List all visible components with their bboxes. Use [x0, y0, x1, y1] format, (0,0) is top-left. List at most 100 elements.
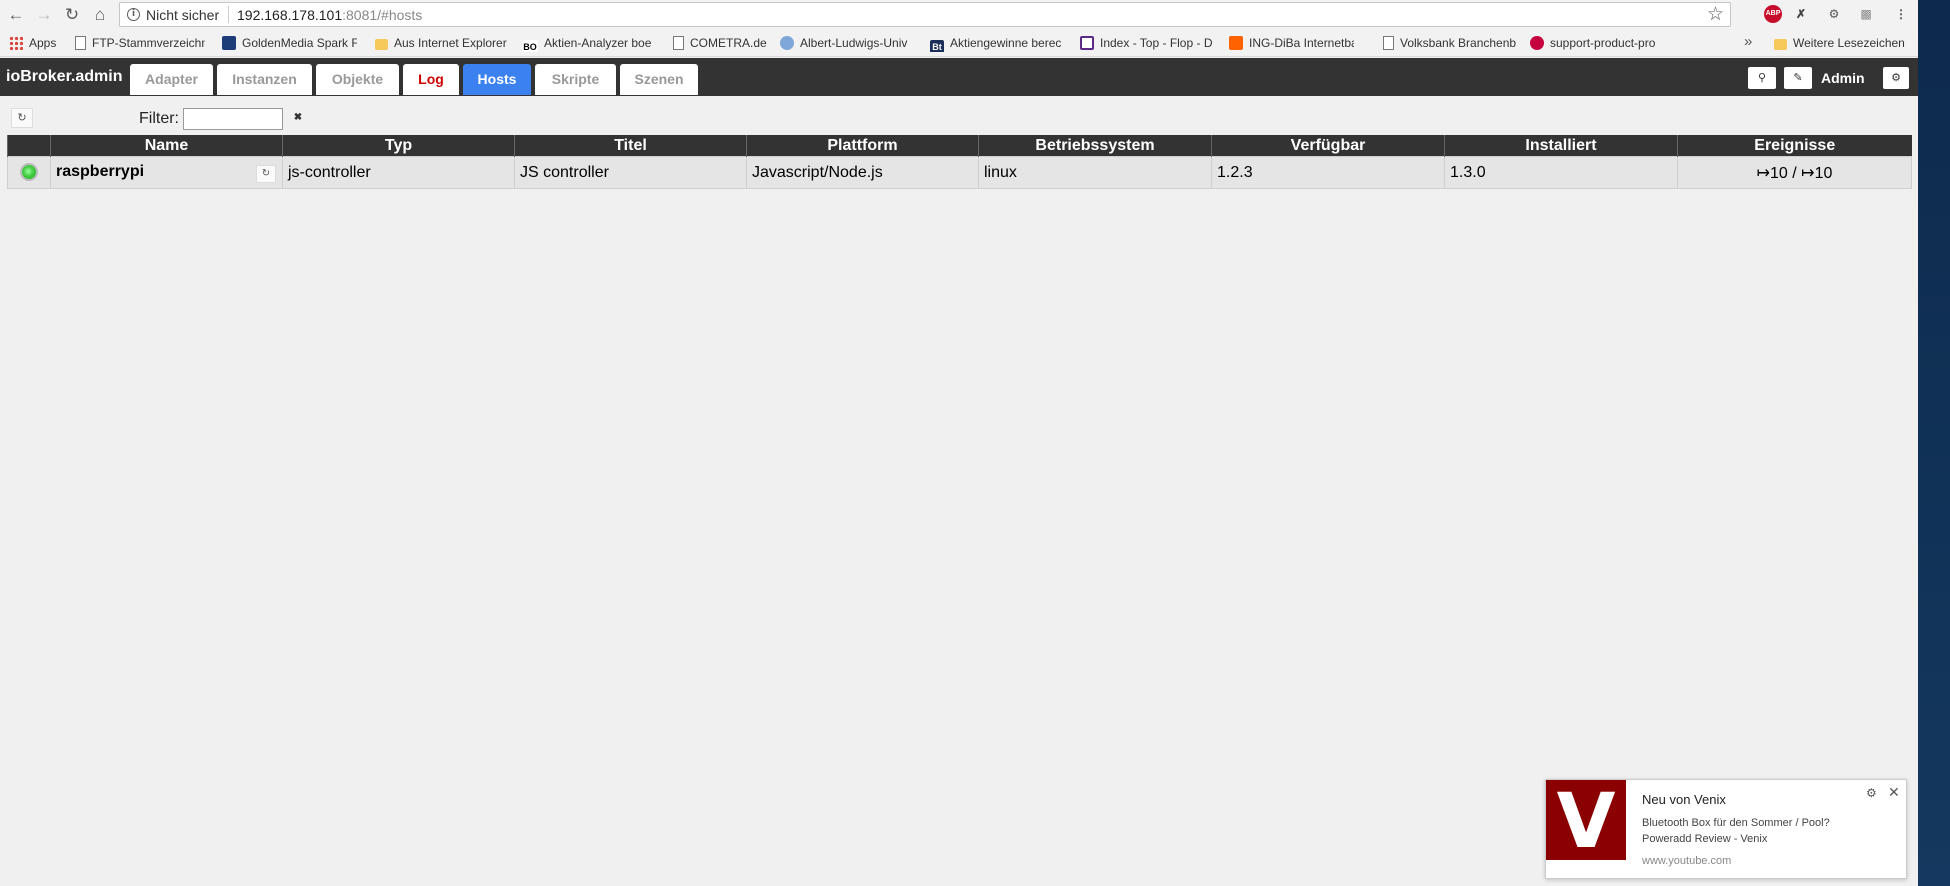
bookmark-label: Volksbank Branchenb [1400, 36, 1517, 50]
events-cell: ↦10 / ↦10 [1677, 156, 1912, 189]
table-header-row: Name Typ Titel Plattform Betriebssystem … [7, 135, 1912, 157]
bookmark-label: COMETRA.de [690, 36, 767, 50]
column-header-os[interactable]: Betriebssystem [978, 135, 1212, 157]
notification-settings-gear-icon[interactable]: ⚙ [1866, 786, 1877, 800]
extension-page-icon[interactable]: ▩ [1857, 5, 1875, 23]
desktop-background-strip [1918, 0, 1950, 886]
url-text[interactable]: 192.168.178.101:8081/#hosts [237, 7, 422, 23]
tab-adapter[interactable]: Adapter [130, 64, 213, 95]
clear-filter-icon[interactable]: ✖ [291, 111, 305, 125]
bookmark-label: ING-DiBa Internetbar [1249, 36, 1354, 50]
tab-skripte[interactable]: Skripte [535, 64, 616, 95]
extension-gear-icon[interactable]: ⚙ [1825, 5, 1843, 23]
tab-hosts[interactable]: Hosts [463, 64, 531, 95]
notification-toast[interactable]: V Neu von Venix Bluetooth Box für den So… [1545, 779, 1907, 879]
menu-icon[interactable]: ⋮ [1892, 5, 1910, 23]
column-header-title[interactable]: Titel [514, 135, 747, 157]
bookmark-label: Index - Top - Flop - D [1100, 36, 1213, 50]
bookmarks-bar: Apps FTP-Stammverzeichn GoldenMedia Spar… [0, 30, 1918, 57]
browser-toolbar: ← → ↻ ⌂ i Nicht sicher 192.168.178.101:8… [0, 0, 1918, 30]
os-cell: linux [978, 156, 1212, 189]
filter-input[interactable] [183, 108, 283, 130]
bookmark-label: GoldenMedia Spark F [242, 36, 357, 50]
url-path: :8081/#hosts [342, 7, 423, 23]
lg-icon [1530, 36, 1544, 50]
tab-instanzen[interactable]: Instanzen [217, 64, 312, 95]
bookmark-volksbank[interactable]: Volksbank Branchenb [1383, 34, 1518, 52]
home-icon[interactable]: ⌂ [90, 5, 110, 25]
page-icon [673, 36, 684, 50]
bookmark-other-folder[interactable]: Weitere Lesezeichen [1774, 34, 1905, 52]
extension-x-icon[interactable]: ✗ [1792, 5, 1810, 23]
venix-logo: V [1546, 780, 1626, 862]
user-label[interactable]: Admin [1821, 70, 1865, 86]
tab-objekte[interactable]: Objekte [316, 64, 399, 95]
tab-log[interactable]: Log [403, 64, 459, 95]
notification-close-icon[interactable]: ✕ [1888, 784, 1900, 801]
bookmark-ie[interactable]: Aus Internet Explorer [375, 34, 515, 52]
refresh-icon[interactable]: ↻ [11, 108, 33, 128]
page-icon [1383, 36, 1394, 50]
more-bookmarks-chevron-icon[interactable]: » [1744, 33, 1752, 50]
page-icon [75, 36, 86, 50]
tab-szenen[interactable]: Szenen [620, 64, 698, 95]
filter-label: Filter: [139, 110, 179, 127]
host-refresh-icon[interactable]: ↻ [256, 164, 276, 183]
reload-icon[interactable]: ↻ [62, 5, 82, 25]
url-host: 192.168.178.101 [237, 7, 343, 23]
url-separator [228, 6, 229, 23]
bookmark-label: FTP-Stammverzeichn [92, 36, 205, 50]
name-cell: raspberrypi ↻ [50, 156, 283, 189]
info-icon[interactable]: i [127, 8, 140, 21]
column-header-available[interactable]: Verfügbar [1211, 135, 1445, 157]
bookmark-ftp[interactable]: FTP-Stammverzeichn [75, 34, 205, 52]
platform-cell: Javascript/Node.js [746, 156, 979, 189]
bo-icon: BO [522, 40, 538, 52]
column-header-name[interactable]: Name [50, 135, 283, 157]
bookmark-aktiengewinne[interactable]: Bt Aktiengewinne berec [930, 34, 1068, 52]
hosts-table: Name Typ Titel Plattform Betriebssystem … [7, 135, 1912, 189]
host-name: raspberrypi [56, 162, 145, 180]
bookmark-goldenmedia[interactable]: GoldenMedia Spark F [222, 34, 357, 52]
globe-icon [780, 36, 794, 50]
bookmark-label: Apps [29, 36, 57, 50]
goldenmedia-icon [222, 36, 236, 50]
status-online-icon [22, 165, 36, 180]
ing-icon [1229, 36, 1243, 50]
bookmark-ing-diba[interactable]: ING-DiBa Internetbar [1229, 34, 1354, 52]
notification-title: Neu von Venix [1642, 792, 1726, 807]
bt-icon: Bt [930, 40, 944, 52]
search-icon[interactable]: ⚲ [1748, 67, 1776, 89]
app-brand: ioBroker.admin [6, 68, 123, 85]
bookmark-label: Aktiengewinne berec [950, 36, 1062, 50]
settings-gear-icon[interactable]: ⚙ [1883, 67, 1909, 89]
status-cell [7, 156, 51, 189]
bookmark-support-product[interactable]: support-product-pro [1530, 34, 1666, 52]
column-header-type[interactable]: Typ [282, 135, 515, 157]
forward-arrow-icon[interactable]: → [34, 5, 54, 25]
table-row[interactable]: raspberrypi ↻ js-controller JS controller… [7, 156, 1912, 189]
folder-icon [375, 39, 388, 50]
bookmark-label: support-product-pro [1550, 36, 1656, 50]
bookmark-label: Aktien-Analyzer boe [544, 36, 652, 50]
bookmark-star-icon[interactable]: ☆ [1707, 3, 1724, 26]
security-label: Nicht sicher [146, 7, 220, 23]
adblock-icon[interactable]: ABP [1764, 5, 1782, 23]
title-cell: JS controller [514, 156, 747, 189]
bookmark-label: Albert-Ludwigs-Univ [800, 36, 908, 50]
bookmark-uni-freiburg[interactable]: Albert-Ludwigs-Univ [780, 34, 915, 52]
apps-icon [9, 36, 23, 50]
bookmark-cometra[interactable]: COMETRA.de [673, 34, 783, 52]
notification-source: www.youtube.com [1642, 855, 1732, 867]
column-header-installed[interactable]: Installiert [1444, 135, 1678, 157]
address-bar[interactable]: i Nicht sicher 192.168.178.101:8081/#hos… [119, 2, 1731, 27]
bookmark-apps[interactable]: Apps [9, 34, 56, 52]
column-header-events[interactable]: Ereignisse [1677, 135, 1912, 157]
bookmark-aktien-analyzer[interactable]: BO Aktien-Analyzer boe [522, 34, 662, 52]
bookmark-index-top-flop[interactable]: Index - Top - Flop - D [1080, 34, 1216, 52]
column-header-status [7, 135, 51, 157]
edit-icon[interactable]: ✎ [1784, 67, 1812, 89]
back-arrow-icon[interactable]: ← [6, 5, 26, 25]
folder-icon [1774, 39, 1787, 50]
column-header-platform[interactable]: Plattform [746, 135, 979, 157]
